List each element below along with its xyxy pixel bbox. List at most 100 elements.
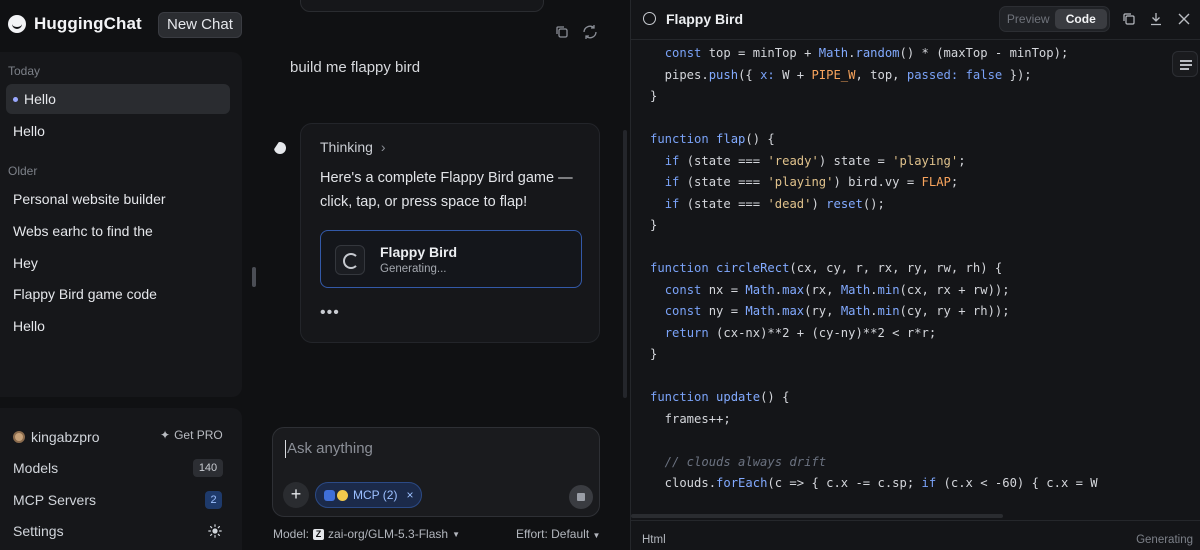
generation-status: Generating: [1136, 534, 1193, 546]
tab-code[interactable]: Code: [1054, 9, 1107, 29]
previous-message-bubble: [300, 0, 544, 12]
artifact-status: Generating...: [380, 263, 447, 275]
conversation-item[interactable]: Hello: [6, 84, 230, 114]
artifact-header: Flappy Bird Preview Code: [631, 0, 1200, 40]
code-line: const ny = Math.max(ry, Math.min(cy, ry …: [664, 304, 1010, 318]
conversation-list: Today Hello Hello Older Personal website…: [0, 52, 242, 397]
conversation-title: Hello: [24, 91, 56, 107]
mcp-servers-label: MCP Servers: [13, 492, 96, 508]
user-profile[interactable]: kingabzpro: [13, 429, 100, 445]
add-attachment-button[interactable]: +: [283, 482, 309, 508]
close-icon[interactable]: [1177, 12, 1191, 26]
code-line: function flap() {: [650, 132, 775, 146]
code-line: frames++;: [650, 411, 731, 426]
assistant-text: Here's a complete Flappy Bird game — cli…: [320, 170, 573, 210]
code-line: }: [650, 89, 658, 103]
active-dot-icon: [13, 96, 18, 102]
models-count-badge: 140: [193, 459, 223, 477]
mcp-chip[interactable]: MCP (2) ×: [315, 482, 423, 508]
artifact-footer: Html Generating: [631, 520, 1200, 550]
models-link[interactable]: Models: [13, 460, 58, 476]
get-pro-label: Get PRO: [174, 428, 223, 442]
model-label: Model:: [273, 527, 310, 541]
tab-preview[interactable]: Preview: [1002, 9, 1055, 29]
mcp-chip-label: MCP (2): [353, 488, 398, 502]
code-line: function circleRect(cx, cy, r, rx, ry, r…: [650, 261, 1003, 275]
code-line: }: [650, 347, 658, 361]
stop-generation-button[interactable]: [569, 485, 593, 509]
code-line: const top = minTop + Math.random() * (ma…: [664, 46, 1069, 60]
artifact-title: Flappy Bird: [380, 244, 458, 260]
code-line: if (state === 'dead') reset();: [664, 196, 885, 211]
loading-spinner-icon: [335, 245, 365, 275]
conversation-title: Hey: [13, 255, 38, 271]
avatar: [13, 431, 25, 443]
conversation-item[interactable]: Hello: [6, 116, 230, 146]
conversation-item[interactable]: Personal website builder: [6, 184, 230, 214]
code-line: // clouds always drift: [650, 454, 827, 469]
settings-link[interactable]: Settings: [13, 523, 64, 539]
code-line: clouds.forEach(c => { c.x -= c.sp; if (c…: [650, 476, 1098, 490]
conversation-title: Hello: [13, 123, 45, 139]
code-line: if (state === 'ready') state = 'playing'…: [664, 153, 966, 168]
message-composer: Ask anything + MCP (2) ×: [272, 427, 600, 517]
chat-scrollbar[interactable]: [623, 130, 627, 398]
thinking-label: Thinking: [320, 139, 373, 155]
view-toggle: Preview Code: [999, 6, 1110, 32]
caret-down-icon: ▼: [452, 529, 460, 539]
mcp-server-icons: [324, 489, 348, 501]
username: kingabzpro: [31, 429, 100, 445]
conversation-item[interactable]: Flappy Bird game code: [6, 279, 230, 309]
message-input[interactable]: Ask anything: [285, 440, 585, 458]
code-line: return (cx-nx)**2 + (cy-ny)**2 < r*r;: [664, 325, 937, 340]
assistant-message: Thinking › Here's a complete Flappy Bird…: [300, 123, 600, 343]
section-label-today: Today: [8, 64, 41, 78]
zai-logo-icon: Z: [313, 528, 325, 540]
conversation-item[interactable]: Hey: [6, 248, 230, 278]
chat-area: build me flappy bird Thinking › Here's a…: [244, 0, 630, 550]
conversation-item[interactable]: Hello: [6, 311, 230, 341]
assistant-avatar-icon: [274, 142, 286, 154]
code-line: }: [650, 218, 658, 232]
get-pro-link[interactable]: ✦ Get PRO: [160, 428, 223, 442]
brand[interactable]: HuggingChat: [8, 14, 142, 34]
code-line: const nx = Math.max(rx, Math.min(cx, rx …: [664, 282, 1010, 297]
model-name: zai-org/GLM-5.3-Flash: [328, 527, 449, 541]
new-chat-button[interactable]: New Chat: [158, 12, 242, 38]
horizontal-scrollbar[interactable]: [631, 514, 1003, 518]
language-label: Html: [642, 534, 666, 546]
effort-selector[interactable]: Effort: Default ▼: [516, 527, 600, 541]
copy-icon[interactable]: [554, 24, 570, 40]
huggingchat-logo-icon: [8, 15, 26, 33]
code-editor[interactable]: const top = minTop + Math.random() * (ma…: [650, 43, 1098, 495]
retry-icon[interactable]: [580, 24, 600, 40]
word-wrap-button[interactable]: [1172, 51, 1198, 77]
copy-icon[interactable]: [1122, 12, 1136, 26]
code-line: function update() {: [650, 390, 790, 404]
artifact-card[interactable]: Flappy Bird Generating...: [320, 230, 582, 288]
status-circle-icon: [643, 12, 656, 25]
app-name: HuggingChat: [34, 14, 142, 33]
user-message: build me flappy bird: [290, 59, 421, 76]
artifact-panel-title: Flappy Bird: [666, 11, 744, 27]
sparkle-icon: ✦: [160, 428, 171, 442]
code-line: pipes.push({ x: W + PIPE_W, top, passed:…: [650, 67, 1032, 82]
conversation-item[interactable]: Webs earhc to find the: [6, 216, 230, 246]
server-icon: [324, 489, 335, 501]
thinking-toggle[interactable]: Thinking ›: [320, 139, 386, 155]
sun-icon[interactable]: [208, 524, 222, 538]
caret-down-icon: ▼: [592, 531, 601, 540]
conversation-title: Hello: [13, 318, 45, 334]
remove-icon[interactable]: ×: [406, 488, 413, 502]
section-label-older: Older: [8, 164, 38, 178]
download-icon[interactable]: [1149, 12, 1163, 26]
model-selector[interactable]: Model: Z zai-org/GLM-5.3-Flash ▼: [273, 527, 460, 541]
mcp-servers-link[interactable]: MCP Servers: [13, 492, 96, 508]
conversation-title: Flappy Bird game code: [13, 286, 157, 302]
chevron-right-icon: ›: [380, 139, 386, 155]
typing-indicator: •••: [320, 304, 340, 321]
